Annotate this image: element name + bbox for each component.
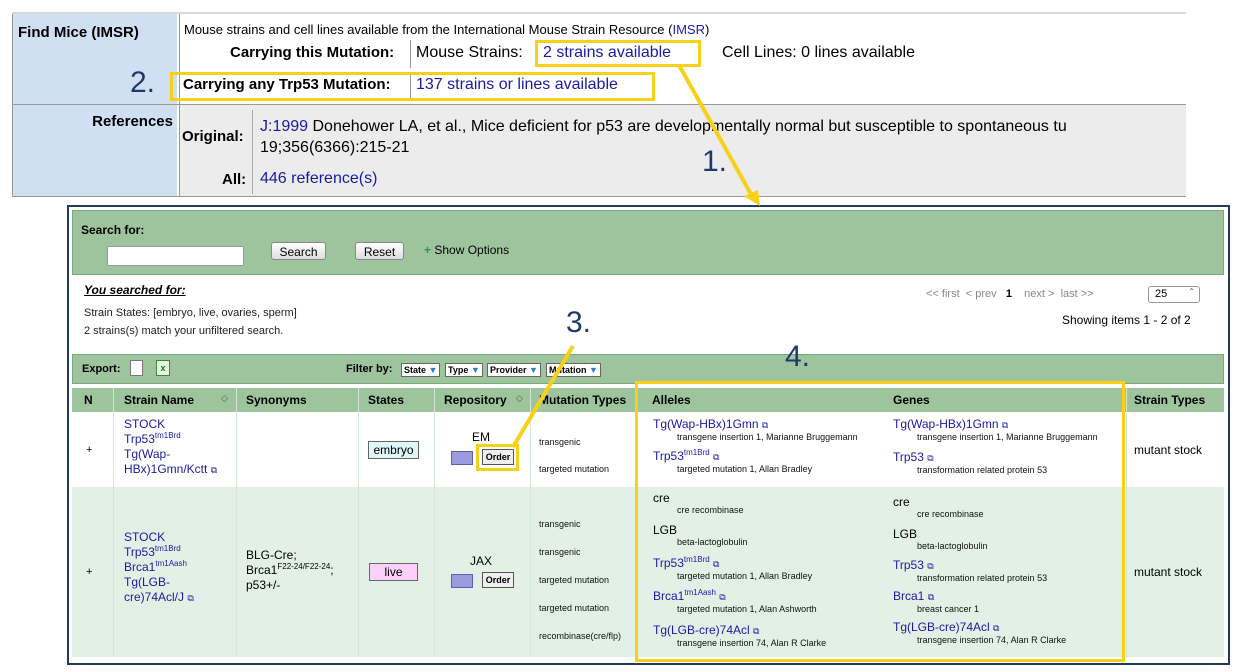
callout-number-4: 4. [785, 340, 811, 373]
callout-arrows [511, 64, 760, 449]
arrow-line [511, 344, 575, 449]
callout-number-3: 3. [566, 306, 592, 339]
callout-number-1: 1. [702, 145, 728, 178]
callout-number-2: 2. [130, 66, 156, 99]
